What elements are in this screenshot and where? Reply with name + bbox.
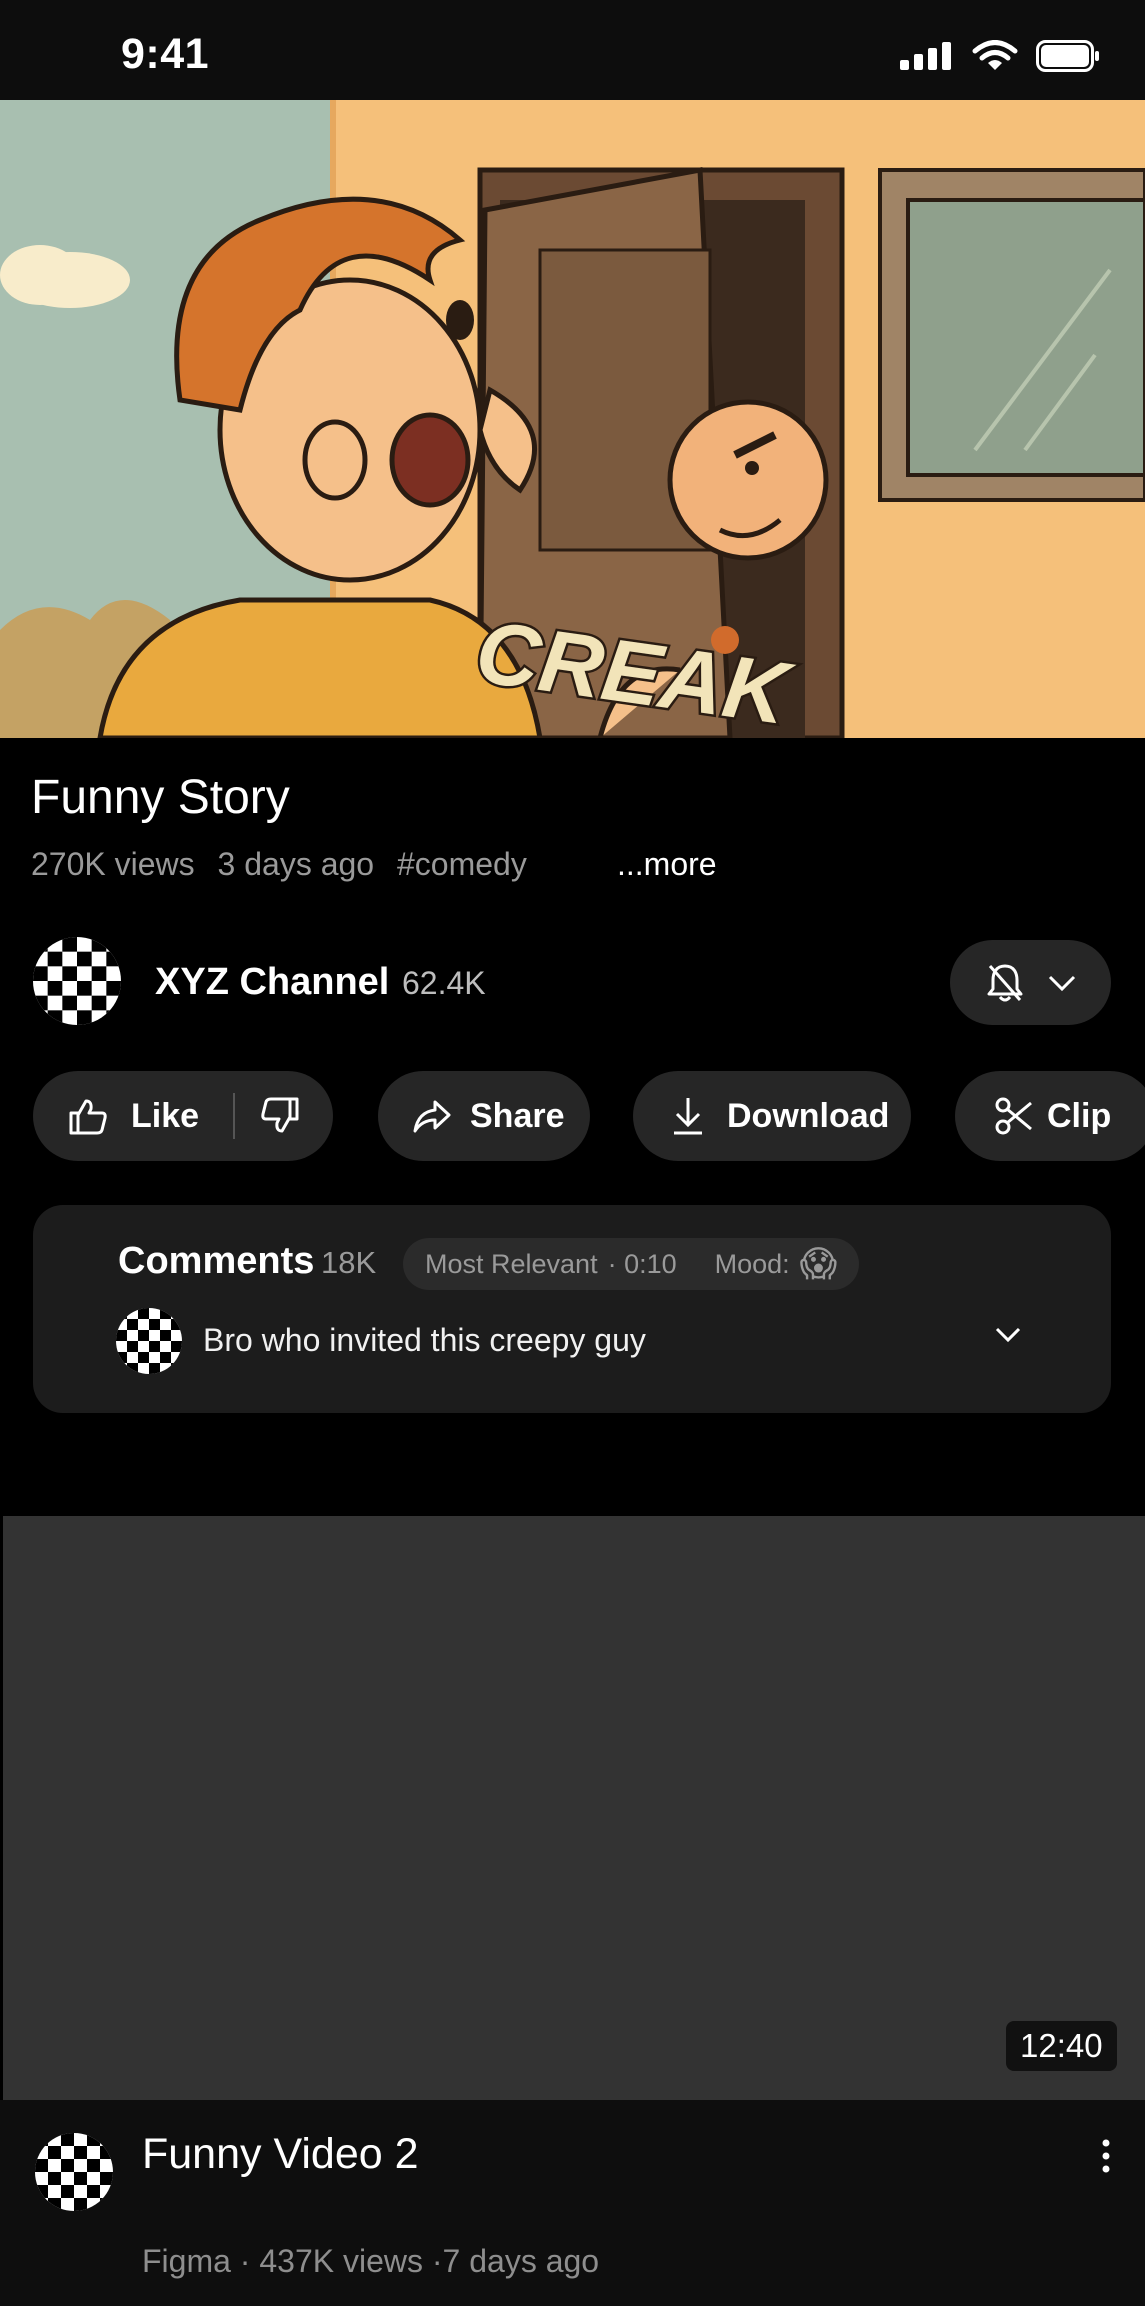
like-button[interactable]: Like (33, 1095, 199, 1137)
subscriber-count: 62.4K (402, 965, 486, 1001)
like-label: Like (131, 1096, 200, 1135)
signal-icon (900, 42, 951, 70)
next-video-channel-avatar[interactable] (35, 2133, 113, 2211)
video-title: Funny Story (31, 771, 290, 824)
next-video-thumbnail[interactable] (3, 1516, 1145, 2100)
comments-count: 18K (321, 1245, 377, 1280)
mood-label: Mood: (714, 1248, 790, 1279)
kebab-menu-icon (1102, 2139, 1110, 2173)
video-meta[interactable]: 270K views 3 days ago #comedy (31, 846, 541, 883)
download-icon (674, 1098, 702, 1135)
next-video-meta: Figma · 437K views ·7 days ago (142, 2243, 600, 2279)
share-label: Share (470, 1096, 565, 1135)
expand-comments-button[interactable] (993, 1325, 1023, 1350)
notifications-button[interactable] (950, 940, 1111, 1025)
clip-label: Clip (1047, 1096, 1112, 1135)
upload-age: 3 days ago (217, 846, 375, 882)
clip-button[interactable]: Clip (955, 1071, 1145, 1161)
checker-avatar-image (116, 1308, 182, 1374)
sort-label: Most Relevant (425, 1248, 598, 1279)
channel-name[interactable]: XYZ Channel (155, 961, 389, 1004)
download-button[interactable]: Download (633, 1071, 911, 1161)
like-dislike-group: Like (33, 1071, 333, 1161)
comments-sort-chip[interactable]: Most Relevant · 0:10 Mood: 😱 (403, 1238, 860, 1290)
mood-emoji: 😱 (799, 1243, 838, 1284)
commenter-avatar (116, 1308, 182, 1374)
checker-avatar-image (33, 937, 121, 1025)
checker-avatar-image (35, 2133, 113, 2211)
video-player[interactable]: CREAK (0, 100, 1145, 738)
video-thumbnail-illustration: CREAK (0, 100, 1145, 738)
chevron-down-icon (1048, 975, 1075, 991)
sort-timestamp: · 0:10 (607, 1248, 677, 1279)
more-description-link[interactable]: ...more (617, 846, 717, 883)
more-options-button[interactable] (1100, 2138, 1112, 2179)
hashtag[interactable]: #comedy (397, 846, 527, 882)
comments-panel[interactable] (33, 1205, 1111, 1413)
status-time: 9:41 (121, 30, 210, 78)
share-arrow-icon (413, 1100, 451, 1133)
bell-off-icon (987, 964, 1022, 1001)
view-count: 270K views (31, 846, 195, 882)
top-comment-text: Bro who invited this creepy guy (203, 1322, 646, 1358)
status-icons (900, 40, 1100, 72)
share-button[interactable]: Share (378, 1071, 590, 1161)
next-video-title[interactable]: Funny Video 2 (142, 2130, 419, 2179)
comments-label: Comments (118, 1240, 315, 1282)
chevron-down-icon (995, 1327, 1021, 1343)
download-label: Download (727, 1096, 890, 1135)
thumbs-down-icon (261, 1097, 299, 1133)
scissors-icon (995, 1097, 1032, 1135)
channel-avatar[interactable] (33, 937, 121, 1025)
thumbs-up-icon (69, 1099, 107, 1135)
dislike-button[interactable] (235, 1095, 301, 1137)
wifi-icon (972, 40, 1018, 70)
battery-icon (1036, 40, 1099, 72)
video-duration-badge: 12:40 (1006, 2021, 1117, 2071)
